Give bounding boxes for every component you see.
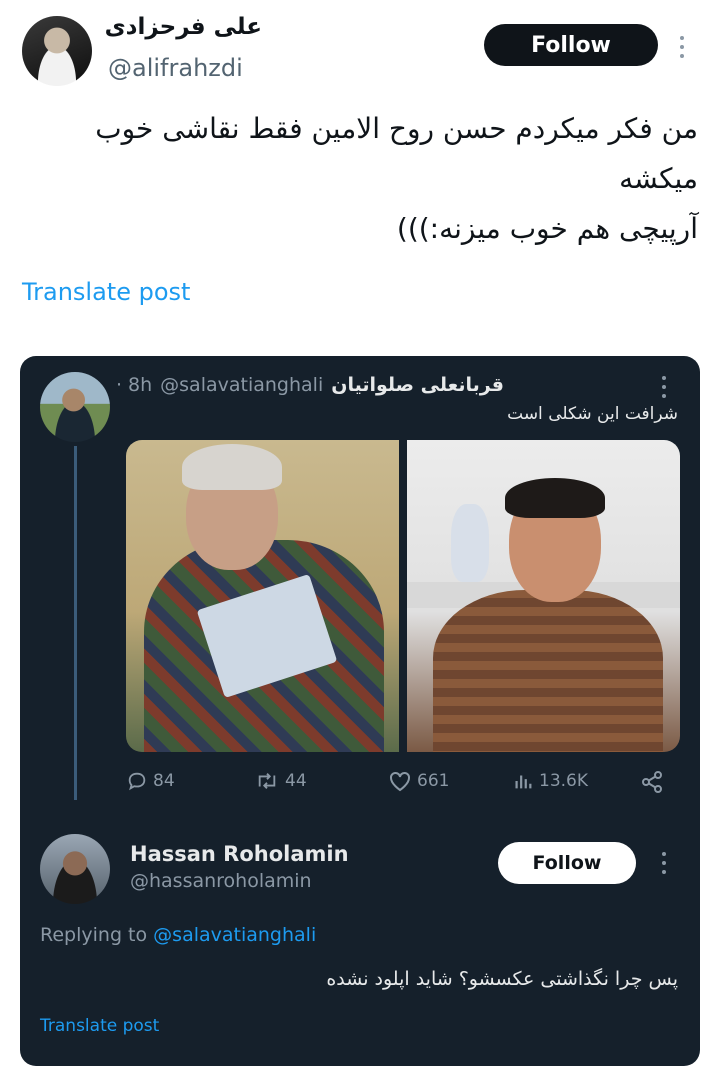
author-handle[interactable]: @alifrahzdi (108, 54, 243, 82)
repost-icon (258, 773, 276, 789)
like-count: 661 (417, 771, 450, 791)
photo-right[interactable] (407, 440, 680, 752)
like-action[interactable]: 661 (388, 770, 449, 792)
like-icon (390, 771, 410, 792)
repost-action[interactable]: 44 (254, 770, 307, 792)
replying-prefix: Replying to (40, 924, 148, 946)
reply-action[interactable]: 84 (126, 770, 175, 792)
photo-left[interactable] (126, 440, 399, 752)
quoted-handle[interactable]: @salavatianghali (160, 374, 323, 396)
reply-more-options-icon[interactable] (662, 852, 666, 874)
quoted-header: · 8h @salavatianghali قربانعلی صلواتیان (116, 374, 504, 396)
tweet-text: من فکر میکردم حسن روح الامین فقط نقاشی خ… (95, 112, 698, 245)
reply-translate-post-link[interactable]: Translate post (40, 1016, 159, 1036)
quoted-time: · 8h (115, 374, 153, 396)
share-action[interactable] (640, 770, 664, 794)
reply-text: پس چرا نگذاشتی عکسشو؟ شاید اپلود نشده (326, 968, 678, 990)
replying-mention-link[interactable]: @salavatianghali (153, 924, 316, 946)
views-action[interactable]: 13.6K (512, 770, 588, 792)
thread-connector-line (74, 446, 77, 800)
avatar[interactable] (22, 16, 92, 86)
replying-to: Replying to @salavatianghali (40, 924, 316, 946)
views-count: 13.6K (539, 771, 588, 791)
reply-count: 84 (153, 771, 175, 791)
quoted-text: شرافت این شکلی است (507, 404, 678, 424)
views-icon (515, 775, 532, 789)
reply-author-name[interactable]: Hassan Roholamin (130, 842, 349, 866)
reply-avatar[interactable] (40, 834, 110, 904)
reply-follow-button[interactable]: Follow (498, 842, 636, 884)
translate-post-link[interactable]: Translate post (22, 278, 190, 306)
author-name[interactable]: علی فرحزادی (105, 14, 262, 40)
repost-count: 44 (285, 771, 307, 791)
action-bar: 84 44 661 13.6K (126, 770, 680, 800)
reply-author-handle[interactable]: @hassanroholamin (130, 870, 312, 892)
quoted-name[interactable]: قربانعلی صلواتیان (331, 374, 504, 396)
follow-button[interactable]: Follow (484, 24, 658, 66)
quoted-more-options-icon[interactable] (662, 376, 666, 398)
more-options-icon[interactable] (680, 36, 684, 58)
media-grid (126, 440, 680, 752)
embedded-thread-card: · 8h @salavatianghali قربانعلی صلواتیان … (20, 356, 700, 1066)
share-icon (642, 771, 662, 793)
quoted-avatar[interactable] (40, 372, 110, 442)
reply-icon (128, 772, 146, 791)
